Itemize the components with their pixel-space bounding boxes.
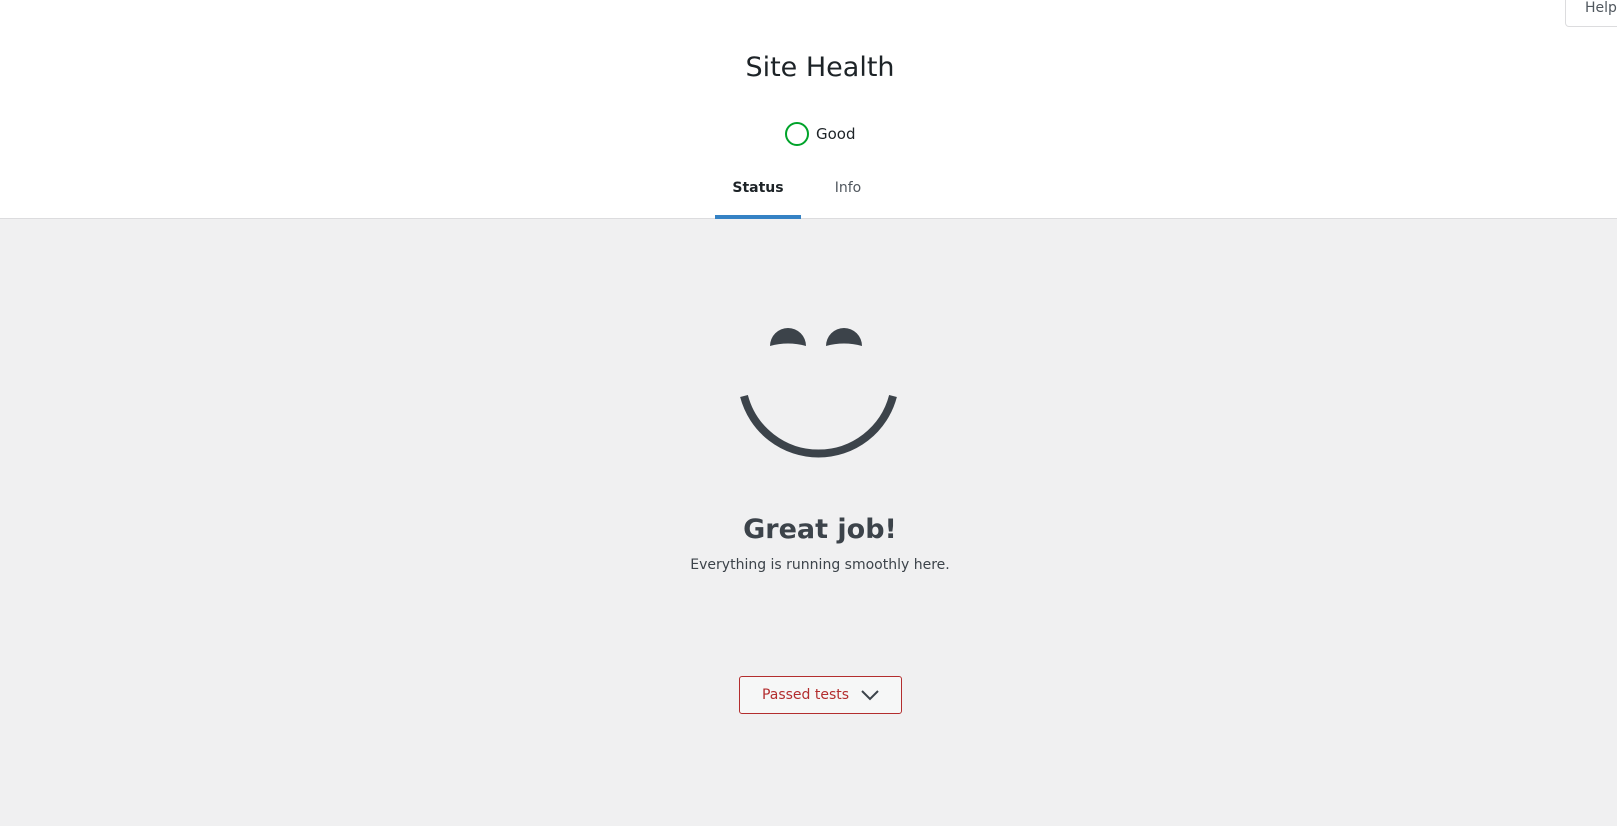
result-heading: Great job! xyxy=(743,514,897,545)
passed-tests-button[interactable]: Passed tests xyxy=(739,676,902,714)
page-title: Site Health xyxy=(745,52,895,83)
help-tab-button[interactable]: Help▾ xyxy=(1565,0,1617,27)
right-eye xyxy=(826,328,862,346)
tab-status[interactable]: Status xyxy=(715,165,801,219)
help-tab-label: Help xyxy=(1585,0,1617,16)
tab-info[interactable]: Info xyxy=(801,165,895,219)
smile-mouth xyxy=(740,394,897,458)
passed-tests-label: Passed tests xyxy=(761,687,850,703)
smiley-face-icon xyxy=(740,328,897,458)
site-health-header: Help▾ Site Health Good Status Info xyxy=(0,0,1617,219)
result-message: Everything is running smoothly here. xyxy=(690,557,950,573)
health-status-label: Good xyxy=(816,125,856,143)
health-status: Good xyxy=(785,121,856,147)
tab-navigation: Status Info xyxy=(715,165,895,219)
chevron-down-icon xyxy=(861,690,879,701)
status-circle-icon xyxy=(785,122,809,146)
left-eye xyxy=(770,328,806,346)
